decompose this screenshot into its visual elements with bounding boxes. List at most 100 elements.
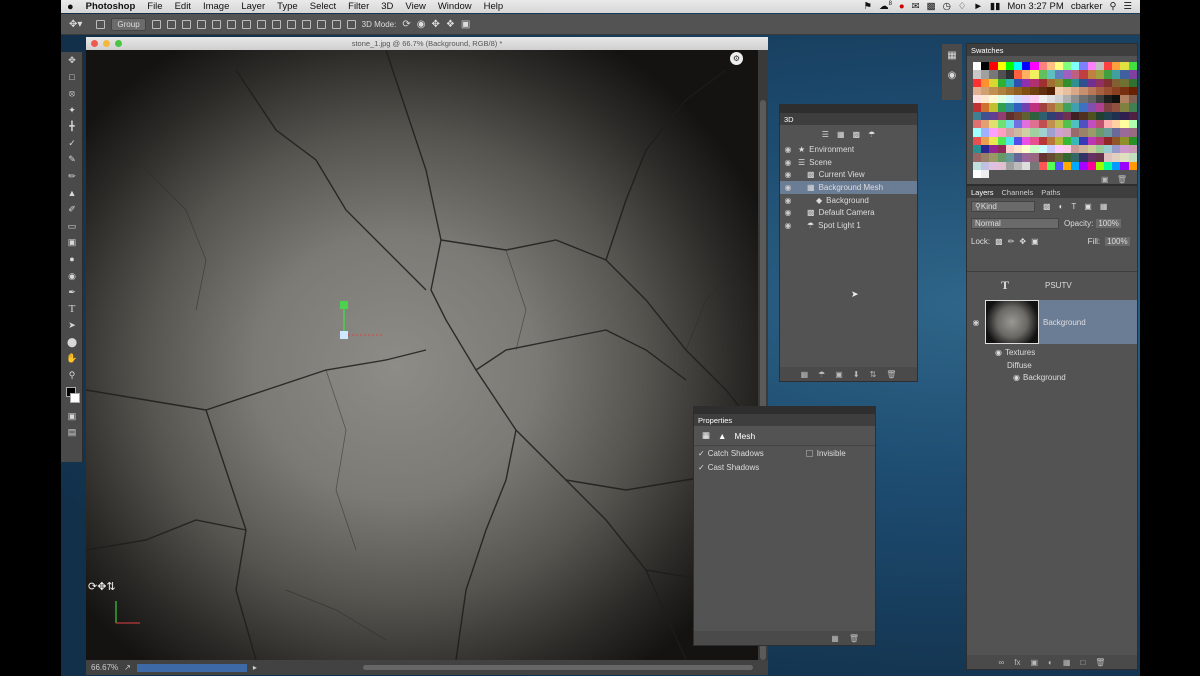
swatch[interactable] <box>1063 62 1072 71</box>
new-layer-icon[interactable]: □ <box>1080 658 1085 667</box>
swatch[interactable] <box>1112 86 1121 96</box>
clock-text[interactable]: Mon 3:27 PM <box>1007 1 1064 12</box>
battery-icon[interactable]: ▮▮ <box>990 1 1000 12</box>
swatch[interactable] <box>1095 78 1104 87</box>
swatch[interactable] <box>1112 62 1121 71</box>
swatch[interactable] <box>1022 111 1031 121</box>
swatch[interactable] <box>1013 136 1023 145</box>
swatch[interactable] <box>1013 95 1023 104</box>
menu-edit[interactable]: Edit <box>169 1 197 12</box>
swatch[interactable] <box>1095 86 1104 96</box>
swatch[interactable] <box>981 161 990 170</box>
swatch[interactable] <box>1128 103 1137 112</box>
swatch[interactable] <box>1095 70 1104 79</box>
visibility-eye-icon[interactable]: ◉ <box>782 208 794 217</box>
3d-tree-item[interactable]: ◉ ☰ Scene <box>780 156 917 169</box>
swatch[interactable] <box>1079 128 1088 137</box>
hand-tool-icon[interactable]: ✋ <box>61 351 83 368</box>
blend-mode-dropdown[interactable]: Normal <box>971 217 1059 229</box>
swatch[interactable] <box>1022 136 1031 145</box>
layer-row-text[interactable]: T PSUTV <box>967 272 1137 298</box>
swatch[interactable] <box>1054 103 1064 112</box>
swatch[interactable] <box>1071 153 1080 162</box>
swatch[interactable] <box>1046 120 1055 129</box>
swatch[interactable] <box>1013 111 1023 121</box>
swatch[interactable] <box>1054 111 1064 121</box>
distribute-left-icon[interactable] <box>301 19 311 29</box>
swatch[interactable] <box>997 62 1006 71</box>
swatch[interactable] <box>981 136 990 145</box>
visibility-eye-icon[interactable]: ◉ <box>782 221 794 230</box>
whole-scene-icon[interactable]: ☰ <box>822 130 829 139</box>
swatch[interactable] <box>1104 153 1113 162</box>
auto-select-dropdown[interactable]: Group <box>111 17 146 31</box>
swatch[interactable] <box>1054 86 1064 96</box>
swatch[interactable] <box>1005 78 1014 87</box>
swatch[interactable] <box>1128 62 1137 71</box>
swatch[interactable] <box>1063 144 1072 154</box>
screen-mode-icon[interactable]: ▤ <box>61 424 83 441</box>
swatch[interactable] <box>1071 86 1080 96</box>
swatch[interactable] <box>981 153 990 162</box>
lock-pixels-icon[interactable]: ✏ <box>1008 237 1015 246</box>
swatch[interactable] <box>1054 70 1064 79</box>
swatch[interactable] <box>1005 95 1014 104</box>
swatch[interactable] <box>1079 144 1088 154</box>
swatch[interactable] <box>981 120 990 129</box>
swatch[interactable] <box>1079 153 1088 162</box>
swatch[interactable] <box>1112 95 1121 104</box>
display-icon[interactable]: ▩ <box>927 1 936 12</box>
swatch[interactable] <box>1013 128 1023 137</box>
swatch[interactable] <box>1087 62 1096 71</box>
swatch[interactable] <box>1128 161 1137 170</box>
move-tool-preset-icon[interactable]: ✥▾ <box>69 19 82 30</box>
align-bottom-icon[interactable] <box>196 19 206 29</box>
adjustment-layer-icon[interactable]: ◐ <box>1048 658 1053 667</box>
brush-tool-icon[interactable]: ✏ <box>61 168 83 185</box>
swatch[interactable] <box>1120 62 1129 71</box>
lock-position-icon[interactable]: ✥ <box>1019 237 1026 246</box>
delete-layer-icon[interactable]: 🗑 <box>1095 658 1105 667</box>
align-vcenter-icon[interactable] <box>181 19 191 29</box>
minimize-window-icon[interactable] <box>103 40 110 47</box>
zoom-tool-icon[interactable]: ⚲ <box>61 367 83 384</box>
dock-3d-icon[interactable]: ◉ <box>942 70 962 90</box>
menu-image[interactable]: Image <box>197 1 235 12</box>
swatch[interactable] <box>1022 161 1031 170</box>
adobe-icon[interactable]: ● <box>899 1 905 12</box>
swatch[interactable] <box>1038 120 1047 129</box>
swatch[interactable] <box>1046 128 1055 137</box>
swatch[interactable] <box>1071 111 1080 121</box>
swatch[interactable] <box>1071 144 1080 154</box>
swatch[interactable] <box>1071 70 1080 79</box>
swatch[interactable] <box>1104 103 1113 112</box>
align-hcenter-icon[interactable] <box>226 19 236 29</box>
ground-icon[interactable]: ⬇ <box>853 370 860 379</box>
swatch[interactable] <box>1038 95 1047 104</box>
swatch[interactable] <box>973 169 982 179</box>
new-object-icon[interactable]: ▣ <box>835 370 843 379</box>
distribute-vcenter-icon[interactable] <box>271 19 281 29</box>
swatch[interactable] <box>981 62 990 71</box>
swatch[interactable] <box>1087 128 1096 137</box>
swatch[interactable] <box>1128 78 1137 87</box>
swatch[interactable] <box>973 86 982 96</box>
visibility-eye-icon[interactable]: ◉ <box>782 170 794 179</box>
clock-icon[interactable]: ◷ <box>943 1 951 12</box>
swatch[interactable] <box>973 120 982 129</box>
filter-smart-icon[interactable]: ▦ <box>1100 202 1108 211</box>
quick-mask-icon[interactable]: ▣ <box>61 408 83 425</box>
status-arrow-icon[interactable]: ▸ <box>253 663 257 672</box>
properties-render-icon[interactable]: ▦ <box>831 634 839 643</box>
menu-help[interactable]: Help <box>478 1 510 12</box>
swatch[interactable] <box>997 103 1006 112</box>
swatch[interactable] <box>997 78 1006 87</box>
swatch[interactable] <box>1013 103 1023 112</box>
gradient-tool-icon[interactable]: ▣ <box>61 235 83 252</box>
swatch[interactable] <box>997 153 1006 162</box>
cast-shadows-checkbox[interactable]: ✓ <box>698 463 705 472</box>
swatch[interactable] <box>1079 78 1088 87</box>
apple-menu-icon[interactable]: ● <box>61 1 80 13</box>
show-transform-checkbox[interactable] <box>151 19 161 29</box>
swatch[interactable] <box>981 78 990 87</box>
